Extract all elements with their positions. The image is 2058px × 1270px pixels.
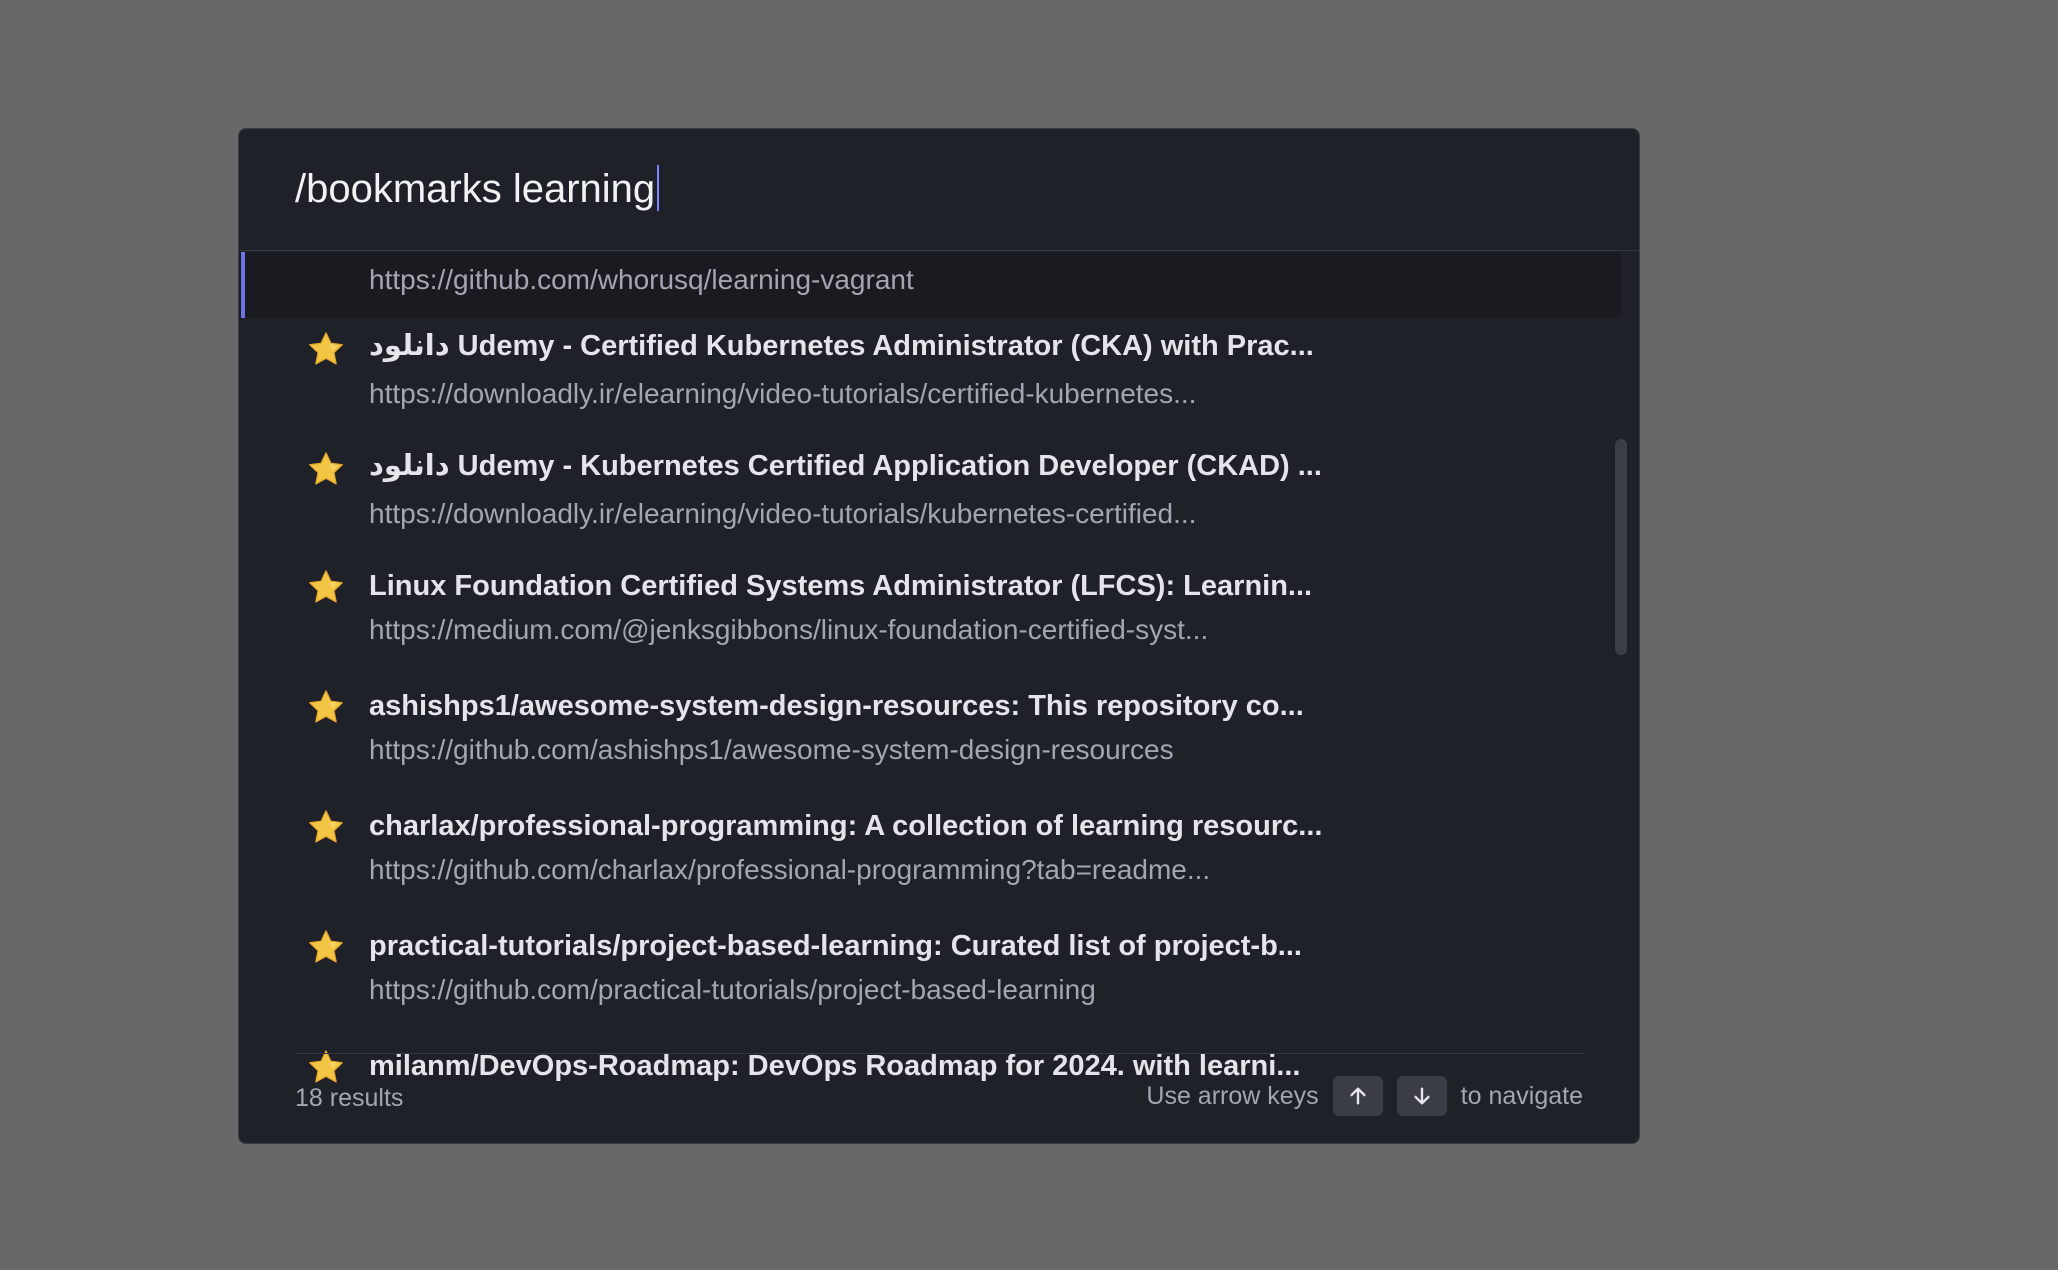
hint-suffix: to navigate xyxy=(1460,1081,1583,1110)
result-title: charlax/professional-programming: A coll… xyxy=(369,810,1323,842)
result-title: دانلود Udemy - Certified Kubernetes Admi… xyxy=(369,330,1314,362)
result-title: Linux Foundation Certified Systems Admin… xyxy=(369,570,1313,602)
star-icon xyxy=(309,570,343,603)
arrow-down-icon xyxy=(1414,1087,1430,1105)
result-item[interactable]: charlax/professional-programming: A coll… xyxy=(239,798,1621,918)
scrollbar-thumb[interactable] xyxy=(1615,439,1627,655)
navigation-hint: Use arrow keys to navigate xyxy=(1146,1074,1583,1118)
result-title: دانلود Udemy - Kubernetes Certified Appl… xyxy=(369,450,1322,482)
search-bar[interactable]: /bookmarks learning xyxy=(239,129,1639,251)
selection-indicator xyxy=(241,252,245,318)
results-list[interactable]: https://github.com/whorusq/learning-vagr… xyxy=(239,252,1621,1143)
result-url: https://medium.com/@jenksgibbons/linux-f… xyxy=(369,614,1209,645)
search-input[interactable]: /bookmarks learning xyxy=(295,159,660,219)
search-query: /bookmarks learning xyxy=(295,167,656,211)
result-url: https://github.com/practical-tutorials/p… xyxy=(369,974,1096,1005)
result-count: 18 results xyxy=(295,1084,404,1112)
result-url: https://downloadly.ir/elearning/video-tu… xyxy=(369,498,1197,529)
result-title: practical-tutorials/project-based-learni… xyxy=(369,930,1302,962)
result-item[interactable]: Linux Foundation Certified Systems Admin… xyxy=(239,558,1621,678)
result-item[interactable]: ashishps1/awesome-system-design-resource… xyxy=(239,678,1621,798)
palette-footer: 18 results Use arrow keys to navigate xyxy=(239,1054,1639,1143)
hint-prefix: Use arrow keys xyxy=(1146,1081,1319,1110)
result-url: https://downloadly.ir/elearning/video-tu… xyxy=(369,378,1197,409)
result-url: https://github.com/charlax/professional-… xyxy=(369,854,1211,885)
star-icon xyxy=(309,810,343,843)
star-icon xyxy=(309,930,343,963)
arrow-up-key xyxy=(1332,1076,1383,1116)
command-palette: /bookmarks learning https://github.com/w… xyxy=(238,128,1640,1144)
result-item[interactable]: practical-tutorials/project-based-learni… xyxy=(239,918,1621,1038)
scrollbar[interactable] xyxy=(1615,309,1627,1069)
star-icon xyxy=(309,332,343,365)
result-item[interactable]: دانلود Udemy - Kubernetes Certified Appl… xyxy=(239,438,1621,558)
result-title: ashishps1/awesome-system-design-resource… xyxy=(369,690,1304,722)
star-icon xyxy=(309,690,343,723)
arrow-down-key xyxy=(1396,1076,1447,1116)
result-url: https://github.com/whorusq/learning-vagr… xyxy=(369,264,914,295)
arrow-up-icon xyxy=(1350,1087,1366,1105)
result-item[interactable]: دانلود Udemy - Certified Kubernetes Admi… xyxy=(239,318,1621,438)
star-icon xyxy=(309,452,343,485)
result-item-selected[interactable]: https://github.com/whorusq/learning-vagr… xyxy=(239,252,1621,318)
result-url: https://github.com/ashishps1/awesome-sys… xyxy=(369,734,1174,765)
text-caret xyxy=(657,165,660,212)
